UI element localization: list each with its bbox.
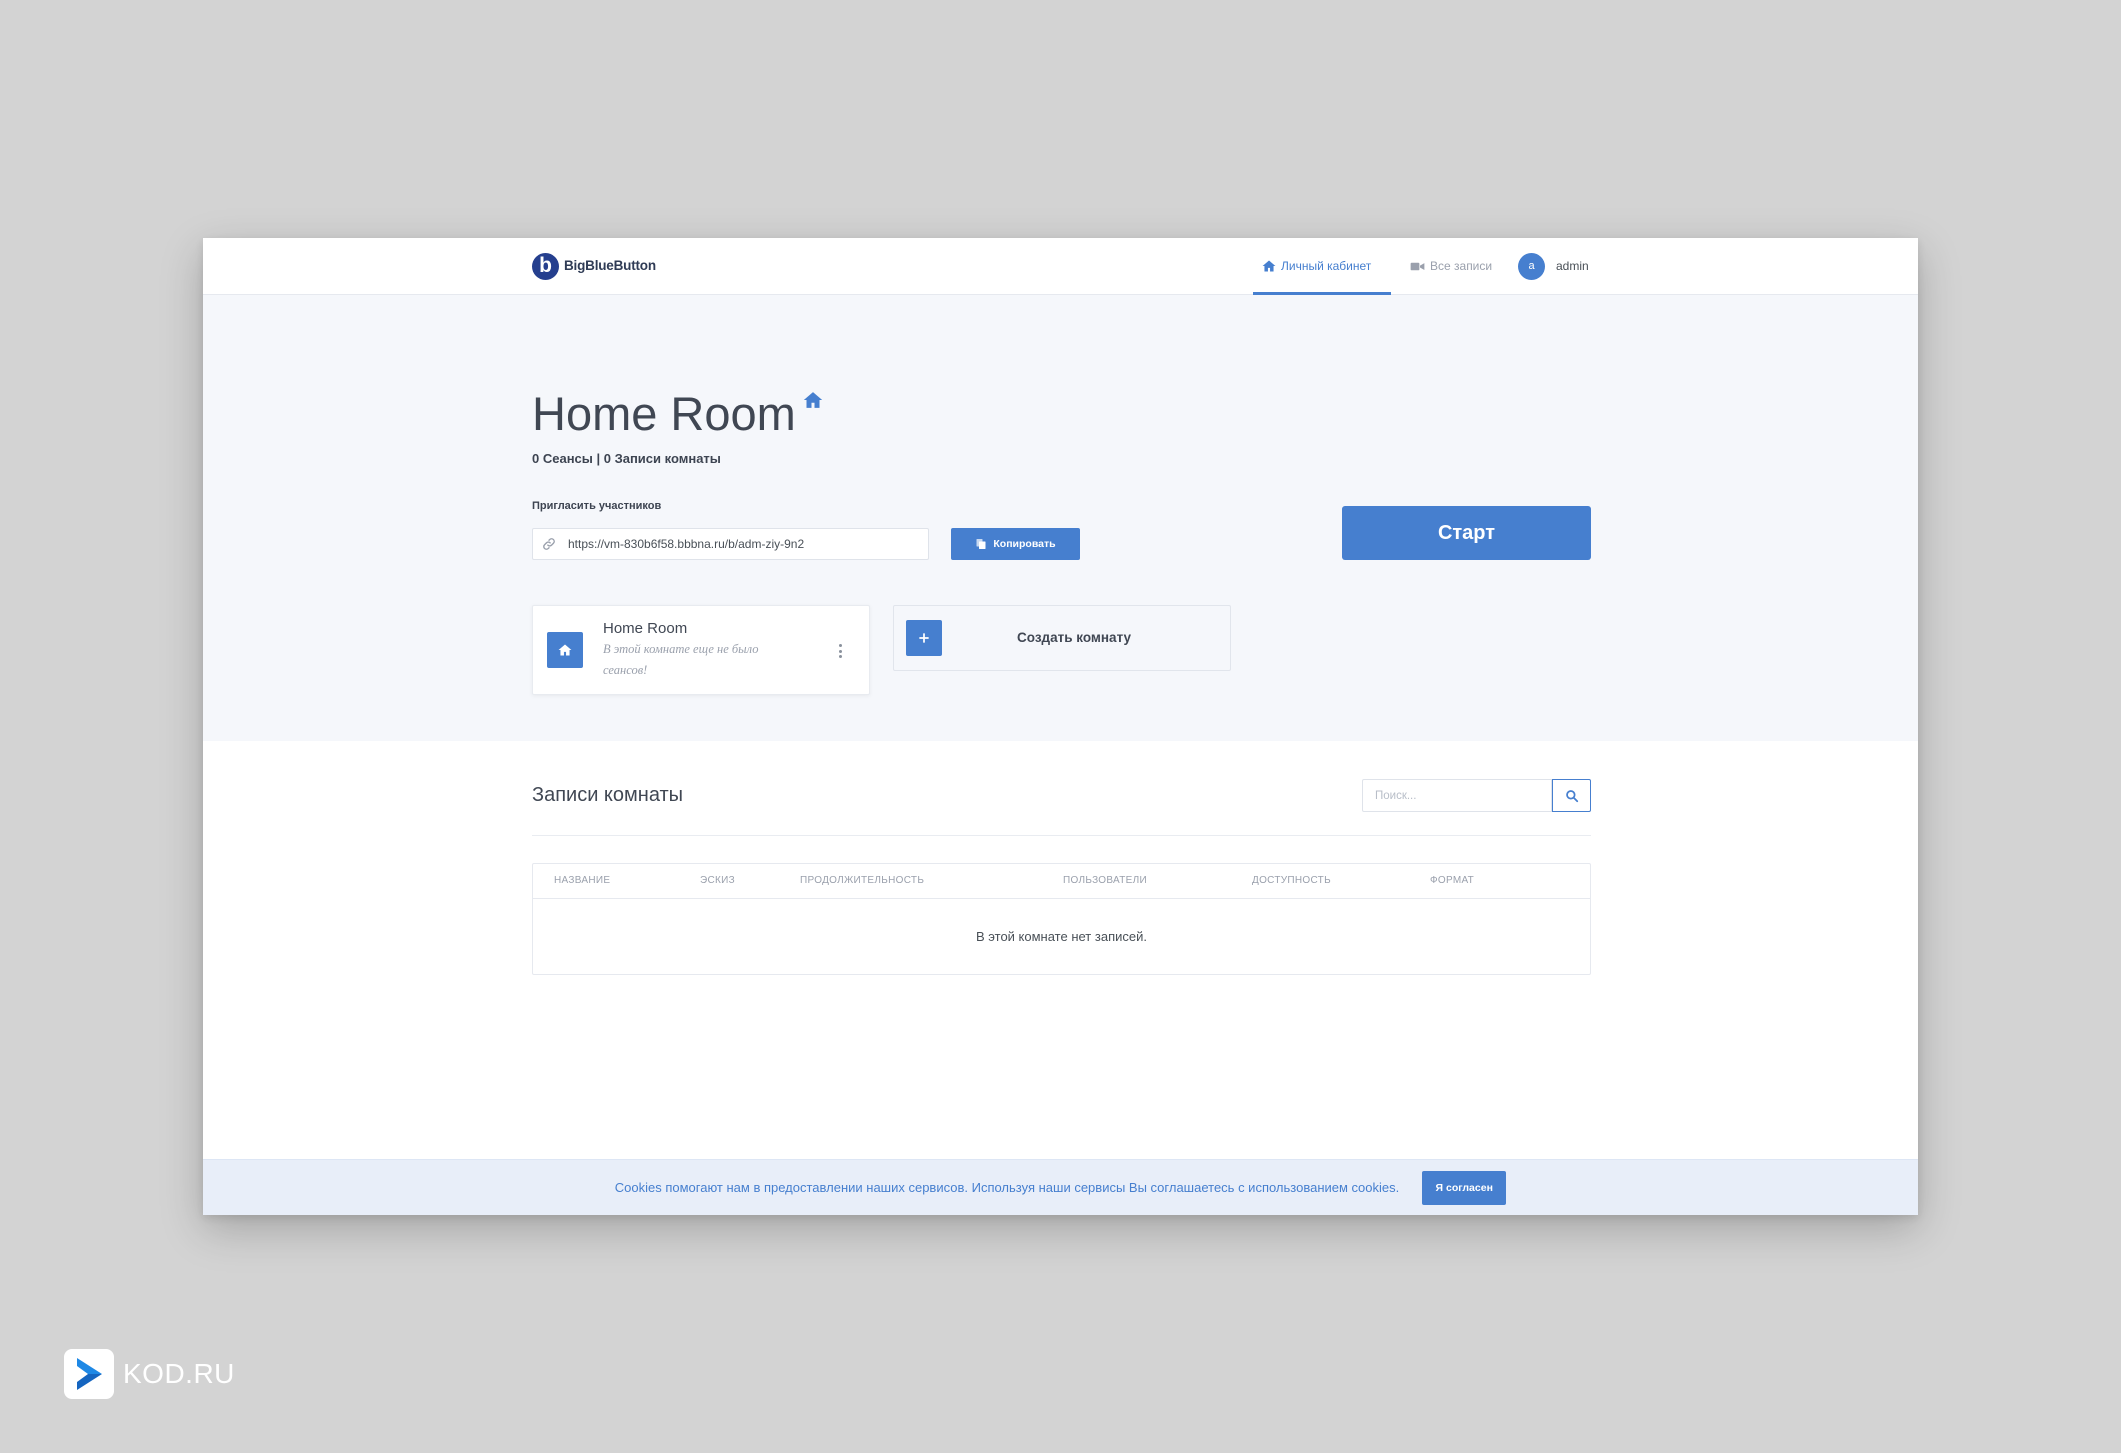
recordings-title: Записи комнаты [532,784,684,806]
room-title-row: Home Room [532,390,823,437]
table-header-row: НАЗВАНИЕ ЭСКИЗ ПРОДОЛЖИТЕЛЬНОСТЬ ПОЛЬЗОВ… [533,864,1590,899]
copy-icon [975,538,987,550]
room-card-subtitle: В этой комнате еще не было сеансов! [603,642,759,677]
create-room-label: Создать комнату [1017,630,1132,645]
copy-button-label: Копировать [993,538,1056,550]
video-icon [1410,259,1425,274]
kebab-menu-icon[interactable] [835,642,845,660]
empty-recordings-message: В этой комнате нет записей. [976,929,1147,944]
watermark-text: KOD.RU [123,1358,235,1389]
nav-item-label: Все записи [1430,259,1493,273]
room-stats: 0 Сеансы | 0 Записи комнаты [532,451,721,466]
invite-url-value[interactable]: https://vm-830b6f58.bbbna.ru/b/adm-ziy-9… [568,537,804,551]
search-icon [1565,789,1579,803]
column-header-users: ПОЛЬЗОВАТЕЛИ [1063,875,1147,886]
user-name[interactable]: admin [1556,257,1589,275]
home-icon [803,390,823,410]
bigbluebutton-logo-icon[interactable]: b [532,253,559,280]
accept-cookies-button[interactable]: Я согласен [1422,1170,1507,1205]
cookie-banner-text: Cookies помогают нам в предоставлении на… [614,1180,1400,1195]
app-window: b BigBlueButton Личный кабинет Все запис… [203,238,1918,1215]
kod-logo-icon [64,1349,114,1399]
home-icon [1262,259,1276,273]
room-icon-box [547,632,583,668]
home-icon [558,643,572,657]
start-button[interactable]: Старт [1342,506,1591,560]
user-avatar[interactable]: a [1518,253,1545,280]
search-input[interactable] [1362,779,1552,812]
section-divider [532,835,1591,836]
nav-item-all-recordings[interactable]: Все записи [1410,257,1492,275]
copy-button[interactable]: Копировать [951,528,1080,560]
column-header-name: НАЗВАНИЕ [554,875,611,886]
nav-item-personal-cabinet[interactable]: Личный кабинет [1262,257,1371,275]
create-room-card[interactable]: Создать комнату [893,605,1231,671]
search-button[interactable] [1552,779,1591,812]
room-card-name: Home Room [603,620,688,637]
link-icon [542,537,556,551]
column-header-thumbnail: ЭСКИЗ [700,875,735,886]
recordings-table: НАЗВАНИЕ ЭСКИЗ ПРОДОЛЖИТЕЛЬНОСТЬ ПОЛЬЗОВ… [532,863,1591,975]
column-header-duration: ПРОДОЛЖИТЕЛЬНОСТЬ [800,875,925,886]
invite-label: Пригласить участников [532,500,662,512]
room-hero-section [203,295,1918,741]
plus-icon [906,620,942,656]
column-header-visibility: ДОСТУПНОСТЬ [1252,875,1331,886]
room-card-home-room[interactable]: Home Room В этой комнате еще не было сеа… [532,605,870,695]
page-title: Home Room [532,387,796,440]
brand-name[interactable]: BigBlueButton [564,257,656,275]
invite-url-field[interactable]: https://vm-830b6f58.bbbna.ru/b/adm-ziy-9… [532,528,929,560]
nav-item-label: Личный кабинет [1281,259,1372,273]
logo-letter: b [539,254,552,277]
top-navbar: b BigBlueButton Личный кабинет Все запис… [203,238,1918,295]
cookie-banner: Cookies помогают нам в предоставлении на… [203,1159,1918,1215]
column-header-format: ФОРМАТ [1430,875,1475,886]
